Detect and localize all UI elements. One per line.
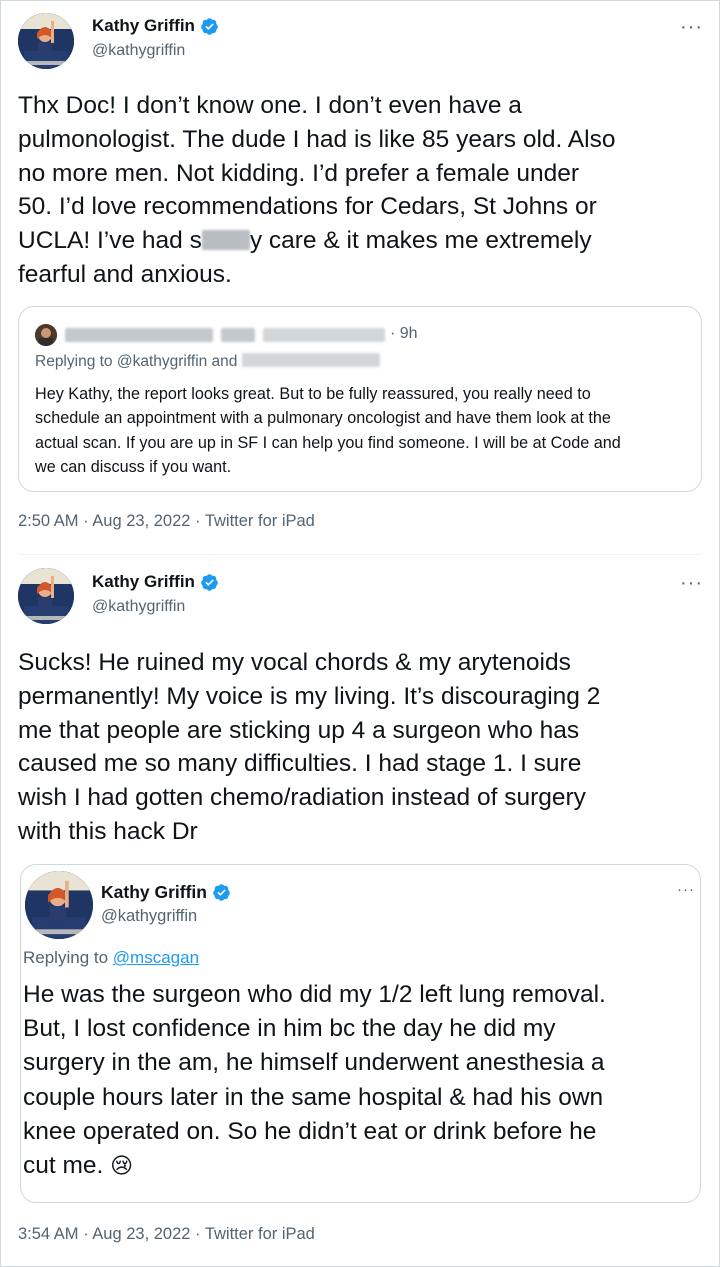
- quoted-tweet-text: He was the surgeon who did my 1/2 left l…: [23, 978, 697, 1183]
- tweet-text-line: caused me so many difficulties. I had st…: [18, 750, 582, 778]
- tweet-text-line: no more men. Not kidding. I’d prefer a f…: [18, 159, 580, 187]
- author-name[interactable]: Kathy Griffin: [92, 16, 195, 36]
- author-name[interactable]: Kathy Griffin: [92, 572, 195, 592]
- tweet-text-line: wish I had gotten chemo/radiation instea…: [18, 784, 586, 812]
- tweet-text-line: fearful and anxious.: [18, 260, 232, 288]
- tweet-text-line: permanently! My voice is my living. It’s…: [18, 682, 601, 710]
- tweet-timestamp[interactable]: 2:50 AM · Aug 23, 2022 · Twitter for iPa…: [18, 512, 315, 531]
- tweet-divider: [18, 554, 702, 555]
- redacted-name: [221, 328, 255, 342]
- verified-badge-icon: [201, 17, 218, 35]
- quoted-text-line: Hey Kathy, the report looks great. But t…: [35, 385, 591, 403]
- tweet-text: Sucks! He ruined my vocal chords & my ar…: [18, 646, 708, 849]
- redacted-handle: [241, 353, 380, 367]
- quoted-avatar: [25, 871, 93, 939]
- quoted-text-line: schedule an appointment with a pulmonary…: [35, 409, 611, 428]
- author-avatar[interactable]: [18, 568, 74, 624]
- author-avatar[interactable]: [18, 13, 74, 69]
- tweet-timestamp[interactable]: 3:54 AM · Aug 23, 2022 · Twitter for iPa…: [18, 1225, 315, 1244]
- quoted-tweet[interactable]: · 9h Replying to @kathygriffin and Hey K…: [18, 306, 702, 492]
- tweet-text-line: with this hack Dr: [18, 817, 198, 845]
- quoted-author-name-line: Kathy Griffin: [101, 882, 231, 903]
- quoted-author-name[interactable]: Kathy Griffin: [101, 882, 207, 903]
- tweet-text-line: UCLA! I’ve had s y care & it makes me ext…: [18, 224, 708, 258]
- quoted-author-handle[interactable]: @kathygriffin: [101, 907, 197, 926]
- replying-to: Replying to @kathygriffin and: [35, 353, 380, 371]
- author-name-line: Kathy Griffin: [92, 572, 219, 592]
- quoted-text-line: we can discuss if you want.: [35, 458, 232, 477]
- tweet-text-line: pulmonologist. The dude I had is like 85…: [18, 125, 616, 153]
- quoted-tweet-text: Hey Kathy, the report looks great. But t…: [35, 382, 697, 480]
- tweet-text-line: Thx Doc! I don’t know one. I don’t even …: [18, 92, 522, 119]
- quoted-text-line: cut me. 😢: [23, 1149, 697, 1183]
- tweet-1: Kathy Griffin @kathygriffin ··· Thx Doc!…: [0, 0, 720, 540]
- author-handle[interactable]: @kathygriffin: [92, 42, 185, 60]
- tweet-text: Thx Doc! I don’t know one. I don’t even …: [18, 89, 708, 292]
- more-horizontal-icon[interactable]: ···: [680, 17, 703, 37]
- redacted-handle: [263, 328, 385, 342]
- tweet-text-line: Sucks! He ruined my vocal chords & my ar…: [18, 649, 571, 676]
- quoted-text-segment: cut me.: [23, 1152, 104, 1180]
- tweet-text-segment: UCLA! I’ve had s: [18, 227, 202, 255]
- verified-badge-icon: [201, 573, 218, 591]
- censor-blur: [201, 230, 250, 251]
- quoted-text-line: But, I lost confidence in him bc the day…: [23, 1015, 556, 1043]
- tweet-text-segment: y care & it makes me extremely: [249, 227, 592, 255]
- replying-to-handle-link[interactable]: @mscagan: [113, 948, 199, 967]
- quoted-tweet[interactable]: Kathy Griffin @kathygriffin ··· Replying…: [20, 864, 701, 1203]
- replying-to-text: Replying to: [23, 948, 109, 967]
- verified-badge-icon: [213, 884, 230, 901]
- redacted-name: [65, 328, 213, 342]
- replying-to: Replying to @mscagan: [23, 948, 199, 968]
- quoted-text-line: actual scan. If you are up in SF I can h…: [35, 433, 621, 452]
- tweet-2: Kathy Griffin @kathygriffin ··· Sucks! H…: [0, 556, 720, 1267]
- quoted-avatar: [35, 324, 57, 346]
- more-horizontal-icon[interactable]: ···: [677, 882, 695, 897]
- crying-face-emoji: 😢: [110, 1153, 134, 1179]
- tweet-text-line: 50. I’d love recommendations for Cedars,…: [18, 193, 597, 221]
- quoted-text-line: surgery in the am, he himself underwent …: [23, 1049, 605, 1077]
- quoted-text-line: knee operated on. So he didn’t eat or dr…: [23, 1117, 597, 1145]
- author-name-line: Kathy Griffin: [92, 16, 219, 36]
- quoted-time: · 9h: [390, 325, 418, 342]
- quoted-text-line: couple hours later in the same hospital …: [23, 1083, 604, 1111]
- replying-to-text: Replying to @kathygriffin and: [35, 353, 238, 370]
- author-handle[interactable]: @kathygriffin: [92, 598, 185, 616]
- tweet-text-line: me that people are sticking up 4 a surge…: [18, 716, 580, 744]
- more-horizontal-icon[interactable]: ···: [680, 573, 703, 593]
- quoted-text-line: He was the surgeon who did my 1/2 left l…: [23, 981, 606, 1008]
